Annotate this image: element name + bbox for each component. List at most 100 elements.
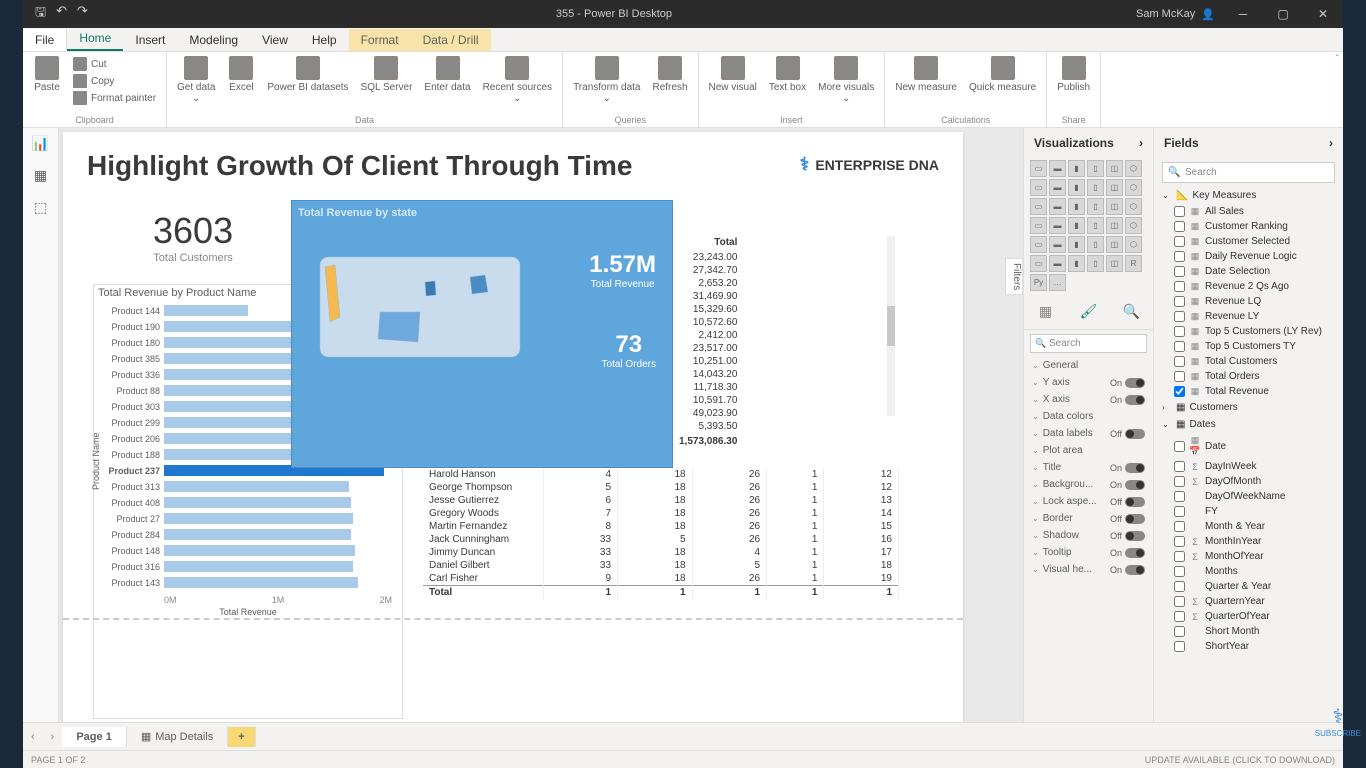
field-checkbox[interactable] [1174, 566, 1185, 577]
table-row[interactable]: Jimmy Duncan33184117 [423, 546, 899, 559]
undo-icon[interactable]: ↶ [56, 3, 67, 25]
visual-type-icon[interactable]: ⬡ [1125, 198, 1142, 215]
field-checkbox[interactable] [1174, 626, 1185, 637]
field-checkbox[interactable] [1174, 251, 1185, 262]
visual-type-icon[interactable]: ▮ [1068, 236, 1085, 253]
cut-button[interactable]: Cut [69, 56, 160, 72]
close-button[interactable]: ✕ [1303, 0, 1343, 28]
field-table[interactable]: ⌄▦Dates [1154, 416, 1343, 433]
format-search[interactable]: Search [1030, 334, 1147, 353]
subscribe-badge[interactable]: ⚕SUBSCRIBE [1315, 704, 1361, 738]
field-item[interactable]: ΣMonthOfYear [1154, 549, 1343, 564]
visual-type-icon[interactable]: ▬ [1049, 179, 1066, 196]
save-icon[interactable]: 🖫 [35, 3, 46, 25]
visual-type-icon[interactable]: ▬ [1049, 198, 1066, 215]
field-checkbox[interactable] [1174, 461, 1185, 472]
field-item[interactable]: ShortYear [1154, 639, 1343, 654]
format-section[interactable]: ⌄ShadowOff [1024, 527, 1153, 544]
visual-type-icon[interactable]: ▭ [1030, 255, 1047, 272]
format-section[interactable]: ⌄Data colors [1024, 408, 1153, 425]
field-item[interactable]: DayOfWeekName [1154, 489, 1343, 504]
format-section[interactable]: ⌄General [1024, 357, 1153, 374]
minimize-button[interactable]: ─ [1223, 0, 1263, 28]
field-checkbox[interactable] [1174, 611, 1185, 622]
table-row[interactable]: Martin Fernandez81826115 [423, 520, 899, 533]
visual-type-icon[interactable]: ◫ [1106, 217, 1123, 234]
field-item[interactable]: ▦Total Orders [1154, 369, 1343, 384]
field-item[interactable]: Month & Year [1154, 519, 1343, 534]
visual-type-icon[interactable]: ▮ [1068, 160, 1085, 177]
field-item[interactable]: Months [1154, 564, 1343, 579]
table-row[interactable]: Jack Cunningham33526116 [423, 533, 899, 546]
new-measure-button[interactable]: New measure [891, 54, 961, 95]
visual-type-icon[interactable]: ⬡ [1125, 179, 1142, 196]
field-checkbox[interactable] [1174, 281, 1185, 292]
data-table[interactable]: Harold Hanson41826112George Thompson5182… [423, 468, 899, 599]
redo-icon[interactable]: ↷ [77, 3, 88, 25]
table-row[interactable]: Gregory Woods71826114 [423, 507, 899, 520]
bar-row[interactable]: Product 316 [164, 559, 402, 574]
format-section[interactable]: ⌄Data labelsOff [1024, 425, 1153, 442]
field-item[interactable]: ▦Customer Ranking [1154, 219, 1343, 234]
visual-type-icon[interactable]: Py [1030, 274, 1047, 291]
field-checkbox[interactable] [1174, 506, 1185, 517]
field-checkbox[interactable] [1174, 521, 1185, 532]
tab-home[interactable]: Home [67, 27, 123, 51]
copy-button[interactable]: Copy [69, 73, 160, 89]
field-checkbox[interactable] [1174, 596, 1185, 607]
bar-row[interactable]: Product 27 [164, 511, 402, 526]
visual-type-icon[interactable]: ▬ [1049, 217, 1066, 234]
visual-type-icon[interactable]: ⬡ [1125, 217, 1142, 234]
update-link[interactable]: UPDATE AVAILABLE (CLICK TO DOWNLOAD) [1145, 755, 1335, 765]
field-checkbox[interactable] [1174, 341, 1185, 352]
add-page-button[interactable]: + [228, 727, 255, 747]
field-item[interactable]: Short Month [1154, 624, 1343, 639]
more-visuals-button[interactable]: More visuals⌄ [814, 54, 878, 106]
visual-type-icon[interactable]: ▯ [1087, 198, 1104, 215]
analytics-mode-icon[interactable]: 🔍 [1120, 299, 1144, 323]
format-section[interactable]: ⌄Backgrou...On [1024, 476, 1153, 493]
field-item[interactable]: Quarter & Year [1154, 579, 1343, 594]
field-item[interactable]: ▦Total Revenue [1154, 384, 1343, 399]
visual-type-icon[interactable]: ◫ [1106, 179, 1123, 196]
report-canvas[interactable]: Highlight Growth Of Client Through Time … [59, 128, 1023, 722]
field-checkbox[interactable] [1174, 326, 1185, 337]
visual-type-icon[interactable]: ▭ [1030, 160, 1047, 177]
format-section[interactable]: ⌄Visual he...On [1024, 561, 1153, 578]
field-item[interactable]: ▦Revenue 2 Qs Ago [1154, 279, 1343, 294]
next-page-icon[interactable]: › [43, 731, 63, 743]
field-checkbox[interactable] [1174, 296, 1185, 307]
format-mode-icon[interactable]: 🖌 [1077, 299, 1101, 323]
visual-type-icon[interactable]: ◫ [1106, 160, 1123, 177]
visual-type-icon[interactable]: ▯ [1087, 179, 1104, 196]
visual-type-icon[interactable]: ▮ [1068, 217, 1085, 234]
table-row[interactable]: Daniel Gilbert33185118 [423, 559, 899, 572]
card-total-customers[interactable]: 3603 Total Customers [153, 210, 233, 264]
recent-sources-button[interactable]: Recent sources⌄ [479, 54, 556, 106]
data-view-icon[interactable]: ▦ [32, 166, 50, 184]
field-item[interactable]: ▦Revenue LQ [1154, 294, 1343, 309]
enter-data-button[interactable]: Enter data [420, 54, 474, 95]
field-checkbox[interactable] [1174, 476, 1185, 487]
visual-type-icon[interactable]: ◫ [1106, 236, 1123, 253]
format-painter-button[interactable]: Format painter [69, 90, 160, 106]
page-tab-map-details[interactable]: ▦Map Details [127, 726, 228, 747]
maximize-button[interactable]: ▢ [1263, 0, 1303, 28]
visual-type-icon[interactable]: R [1125, 255, 1142, 272]
table-row[interactable]: Harold Hanson41826112 [423, 468, 899, 481]
table-row[interactable]: Carl Fisher91826119 [423, 572, 899, 586]
tab-insert[interactable]: Insert [123, 29, 177, 51]
visual-type-icon[interactable]: ▮ [1068, 179, 1085, 196]
scroll-thumb[interactable] [887, 306, 895, 346]
visual-type-icon[interactable]: ▯ [1087, 160, 1104, 177]
field-item[interactable]: ▦Total Customers [1154, 354, 1343, 369]
text-box-button[interactable]: Text box [765, 54, 810, 95]
field-checkbox[interactable] [1174, 266, 1185, 277]
visual-type-icon[interactable]: ⬡ [1125, 236, 1142, 253]
field-checkbox[interactable] [1174, 221, 1185, 232]
fields-search[interactable]: Search [1162, 162, 1335, 183]
field-item[interactable]: ▦Top 5 Customers (LY Rev) [1154, 324, 1343, 339]
field-item[interactable]: ▦All Sales [1154, 204, 1343, 219]
paste-button[interactable]: Paste [29, 54, 65, 95]
bar-row[interactable]: Product 148 [164, 543, 402, 558]
